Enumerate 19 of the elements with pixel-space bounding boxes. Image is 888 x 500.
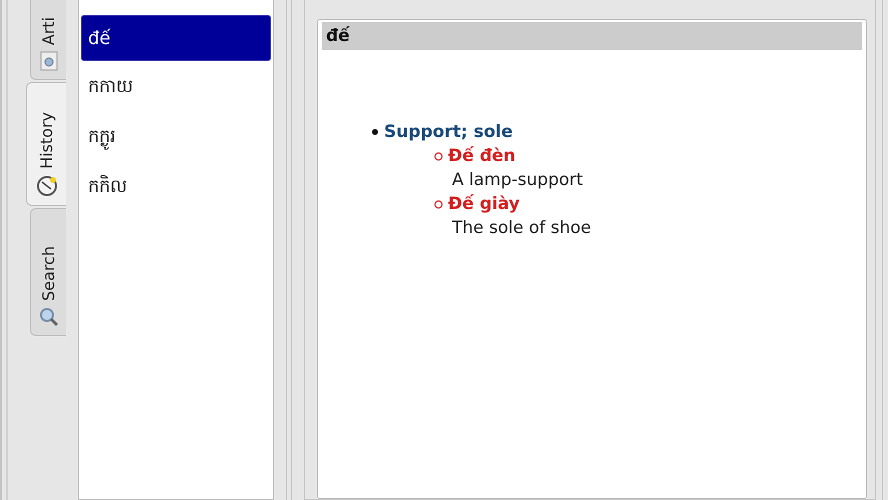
example-gloss: A lamp-support	[451, 170, 584, 190]
example-term: Đế đèn	[448, 146, 516, 166]
history-item[interactable]: កក្ងូរ	[81, 113, 271, 161]
sidebar-tab[interactable]: Arti	[30, 0, 66, 80]
circle-bullet-icon	[434, 200, 443, 208]
bullet-icon	[372, 129, 378, 135]
sidebar-tab[interactable]: History	[26, 82, 66, 206]
history-item[interactable]: đế	[81, 15, 271, 61]
circle-bullet-icon	[434, 152, 443, 160]
meaning-text: Support; sole	[384, 122, 513, 142]
sidebar-tab[interactable]: Search	[30, 208, 66, 336]
history-item[interactable]: កកិល	[81, 163, 271, 211]
clock-icon	[36, 175, 58, 197]
headword: đế	[322, 22, 862, 50]
example-term: Đế giày	[448, 194, 520, 214]
example-gloss: The sole of shoe	[451, 218, 592, 238]
history-item[interactable]: កកាយ	[81, 63, 271, 111]
search-icon	[38, 307, 58, 327]
document-icon	[40, 51, 58, 71]
